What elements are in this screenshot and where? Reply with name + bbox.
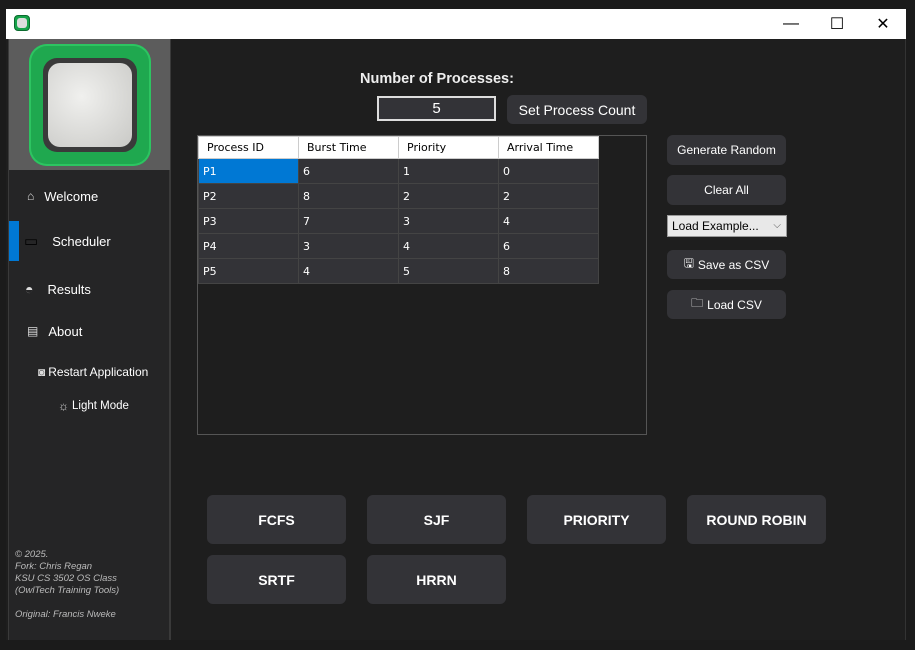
load-csv-label: Load CSV xyxy=(707,297,762,312)
app-icon xyxy=(14,15,30,31)
table-cell[interactable]: P1 xyxy=(198,158,299,184)
clear-all-button[interactable]: Clear All xyxy=(667,175,786,205)
table-cell[interactable]: 8 xyxy=(498,258,599,284)
column-header[interactable]: Process ID xyxy=(198,136,299,159)
sun-icon: ☼ xyxy=(58,399,69,413)
table-row[interactable]: P1 6 1 0 xyxy=(198,158,599,184)
minimize-button[interactable]: — xyxy=(768,9,814,39)
sidebar-item-about[interactable]: ▤ About xyxy=(9,316,170,346)
table-cell[interactable]: 4 xyxy=(298,258,399,284)
load-csv-button[interactable]: 🗀 Load CSV xyxy=(667,290,786,319)
chevron-down-icon: ⌵ xyxy=(773,220,781,231)
light-mode-label: Light Mode xyxy=(72,400,129,412)
table-cell[interactable]: 6 xyxy=(498,233,599,259)
credits: © 2025. Fork: Chris Regan KSU CS 3502 OS… xyxy=(15,549,119,621)
column-header[interactable]: Burst Time xyxy=(298,136,399,159)
scheduler-panel: Number of Processes: 5 Set Process Count… xyxy=(171,39,906,640)
table-cell[interactable]: P5 xyxy=(198,258,299,284)
table-row[interactable]: P5 4 5 8 xyxy=(198,258,599,284)
credit-line: (OwlTech Training Tools) xyxy=(15,585,120,596)
column-header[interactable]: Priority xyxy=(398,136,499,159)
gauge-icon: ◓ xyxy=(25,281,34,297)
table-cell[interactable]: P4 xyxy=(198,233,299,259)
table-cell[interactable]: 2 xyxy=(398,183,499,209)
credit-line: Fork: Chris Regan xyxy=(15,561,93,572)
table-cell[interactable]: 5 xyxy=(398,258,499,284)
credit-line: Original: Francis Nweke xyxy=(15,609,116,620)
document-icon: ▤ xyxy=(27,324,39,338)
table-cell[interactable]: 3 xyxy=(298,233,399,259)
table-cell[interactable]: 8 xyxy=(298,183,399,209)
table-cell[interactable]: 1 xyxy=(398,158,499,184)
app-window: — ☐ ✕ ⌂ Welcome ▭ Scheduler ◓ Results ▤ Abou… xyxy=(6,9,906,640)
sidebar-item-label: About xyxy=(48,323,83,339)
close-button[interactable]: ✕ xyxy=(860,9,906,39)
sidebar-item-welcome[interactable]: ⌂ Welcome xyxy=(9,181,170,211)
sidebar: ⌂ Welcome ▭ Scheduler ◓ Results ▤ About ◙ Res… xyxy=(8,39,171,640)
credit-line: © 2025. xyxy=(15,549,49,560)
column-header[interactable]: Arrival Time xyxy=(498,136,599,159)
table-cell[interactable]: 3 xyxy=(398,208,499,234)
fcfs-button[interactable]: FCFS xyxy=(207,495,346,544)
save-csv-button[interactable]: 🖫 Save as CSV xyxy=(667,250,786,279)
priority-button[interactable]: PRIORITY xyxy=(527,495,666,544)
save-csv-label: Save as CSV xyxy=(697,257,770,272)
process-count-input[interactable]: 5 xyxy=(377,96,496,121)
credit-line: KSU CS 3502 OS Class xyxy=(15,573,117,584)
table-cell[interactable]: 0 xyxy=(498,158,599,184)
table-row[interactable]: P2 8 2 2 xyxy=(198,183,599,209)
cpu-logo xyxy=(9,39,170,170)
table-cell[interactable]: 4 xyxy=(498,208,599,234)
table-cell[interactable]: 6 xyxy=(298,158,399,184)
home-icon: ⌂ xyxy=(27,189,35,203)
sidebar-item-label: Results xyxy=(47,281,91,297)
table-cell[interactable]: 7 xyxy=(298,208,399,234)
restart-label: Restart Application xyxy=(48,365,149,379)
sjf-button[interactable]: SJF xyxy=(367,495,506,544)
table-cell[interactable]: P3 xyxy=(198,208,299,234)
process-count-label: Number of Processes: xyxy=(360,71,514,87)
table-cell[interactable]: 2 xyxy=(498,183,599,209)
title-bar: — ☐ ✕ xyxy=(6,9,906,39)
process-table: Process ID Burst Time Priority Arrival Time… xyxy=(197,135,647,435)
table-row[interactable]: P4 3 4 6 xyxy=(198,233,599,259)
set-process-count-button[interactable]: Set Process Count xyxy=(507,95,647,124)
save-icon: 🖫 xyxy=(683,256,694,270)
srtf-button[interactable]: SRTF xyxy=(207,555,346,604)
sidebar-item-results[interactable]: ◓ Results xyxy=(9,274,170,304)
round-robin-button[interactable]: ROUND ROBIN xyxy=(687,495,826,544)
sidebar-item-scheduler[interactable]: ▭ Scheduler xyxy=(9,226,170,256)
load-example-dropdown[interactable]: Load Example... ⌵ xyxy=(667,215,787,237)
table-cell[interactable]: 4 xyxy=(398,233,499,259)
monitor-icon: ▭ xyxy=(24,233,39,250)
table-row[interactable]: P3 7 3 4 xyxy=(198,208,599,234)
restart-icon: ◙ xyxy=(38,365,46,379)
maximize-button[interactable]: ☐ xyxy=(814,9,860,39)
folder-icon: 🗀 xyxy=(691,296,704,310)
generate-random-button[interactable]: Generate Random xyxy=(667,135,786,165)
hrrn-button[interactable]: HRRN xyxy=(367,555,506,604)
table-cell[interactable]: P2 xyxy=(198,183,299,209)
sidebar-item-label: Scheduler xyxy=(52,233,111,249)
sidebar-item-label: Welcome xyxy=(44,188,99,204)
light-mode-button[interactable]: ☼ Light Mode xyxy=(9,391,170,421)
restart-button[interactable]: ◙ Restart Application xyxy=(9,357,170,387)
dropdown-value: Load Example... xyxy=(672,219,759,233)
